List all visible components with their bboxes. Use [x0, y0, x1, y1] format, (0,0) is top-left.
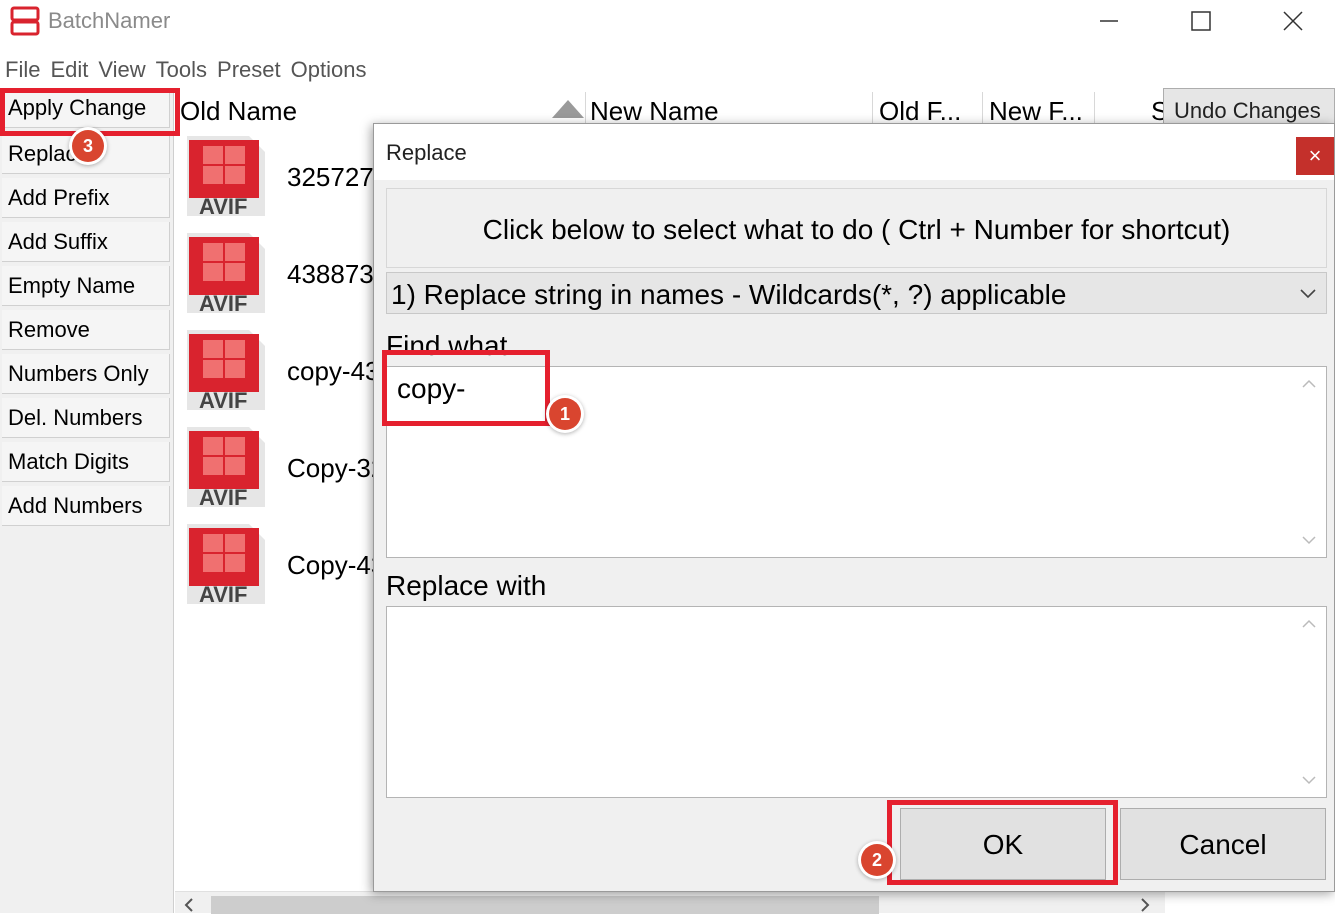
dialog-title-bar: Replace ×	[374, 124, 1334, 180]
menu-options[interactable]: Options	[286, 54, 372, 86]
highlight-find-what	[382, 350, 550, 426]
file-type-label: AVIF	[199, 582, 248, 607]
menu-view[interactable]: View	[93, 54, 150, 86]
menu-edit[interactable]: Edit	[45, 54, 93, 86]
column-separator	[1094, 92, 1095, 126]
add-numbers-command[interactable]: Add Numbers	[2, 486, 170, 526]
close-icon	[1283, 11, 1303, 31]
avif-file-icon: AVIF	[185, 522, 267, 607]
avif-file-icon: AVIF	[185, 328, 267, 413]
add-suffix-command[interactable]: Add Suffix	[2, 222, 170, 262]
avif-file-icon: AVIF	[185, 134, 267, 219]
instruction-text: Click below to select what to do ( Ctrl …	[386, 188, 1327, 268]
chevron-up-icon[interactable]	[1300, 375, 1318, 393]
chevron-down-icon[interactable]	[1300, 531, 1318, 549]
undo-changes-button[interactable]: Undo Changes	[1163, 88, 1335, 124]
horizontal-scrollbar[interactable]	[175, 891, 1165, 914]
del-numbers-command[interactable]: Del. Numbers	[2, 398, 170, 438]
replace-with-input[interactable]	[386, 606, 1327, 798]
chevron-left-icon[interactable]	[183, 898, 195, 912]
remove-command[interactable]: Remove	[2, 310, 170, 350]
chevron-up-icon[interactable]	[1300, 615, 1318, 633]
title-bar: BatchNamer	[0, 0, 1335, 44]
dialog-close-button[interactable]: ×	[1296, 137, 1334, 175]
menu-bar: File Edit View Tools Preset Options	[0, 54, 371, 86]
old-name-cell: copy-43	[287, 356, 380, 386]
close-icon: ×	[1308, 143, 1322, 168]
command-list: Apply Change Replace Add Prefix Add Suff…	[0, 88, 174, 913]
app-logo-icon	[10, 6, 40, 36]
column-separator	[585, 92, 586, 126]
step-badge-2: 2	[861, 844, 893, 876]
replace-dialog: Replace × Click below to select what to …	[373, 123, 1335, 892]
avif-file-icon: AVIF	[185, 425, 267, 510]
menu-tools[interactable]: Tools	[151, 54, 212, 86]
avif-file-icon: AVIF	[185, 231, 267, 316]
replace-mode-value: 1) Replace string in names - Wildcards(*…	[391, 279, 1067, 310]
column-separator	[982, 92, 983, 126]
minimize-button[interactable]	[1086, 4, 1132, 38]
menu-preset[interactable]: Preset	[212, 54, 286, 86]
file-type-label: AVIF	[199, 194, 248, 219]
empty-name-command[interactable]: Empty Name	[2, 266, 170, 306]
replace-with-label: Replace with	[386, 570, 547, 601]
scrollbar-thumb[interactable]	[211, 896, 879, 914]
file-type-label: AVIF	[199, 291, 248, 316]
maximize-icon	[1191, 11, 1211, 31]
chevron-down-icon[interactable]	[1300, 771, 1318, 789]
add-prefix-command[interactable]: Add Prefix	[2, 178, 170, 218]
step-badge-1: 1	[549, 398, 581, 430]
column-separator	[872, 92, 873, 126]
chevron-down-icon	[1300, 289, 1316, 299]
maximize-button[interactable]	[1178, 4, 1224, 38]
chevron-right-icon[interactable]	[1139, 898, 1151, 912]
window-title: BatchNamer	[48, 8, 171, 33]
match-digits-command[interactable]: Match Digits	[2, 442, 170, 482]
step-badge-3: 3	[72, 130, 104, 162]
numbers-only-command[interactable]: Numbers Only	[2, 354, 170, 394]
sort-ascending-icon	[552, 100, 584, 118]
close-button[interactable]	[1270, 4, 1316, 38]
cancel-button[interactable]: Cancel	[1120, 808, 1326, 880]
replace-mode-select[interactable]: 1) Replace string in names - Wildcards(*…	[386, 272, 1327, 314]
file-type-label: AVIF	[199, 388, 248, 413]
highlight-ok-button	[887, 800, 1118, 885]
highlight-apply-change	[0, 88, 180, 136]
minimize-icon	[1100, 20, 1118, 22]
old-name-cell: Copy-43	[287, 550, 386, 580]
dialog-title: Replace	[386, 140, 467, 165]
menu-file[interactable]: File	[0, 54, 45, 86]
file-type-label: AVIF	[199, 485, 248, 510]
old-name-cell: Copy-32	[287, 453, 386, 483]
